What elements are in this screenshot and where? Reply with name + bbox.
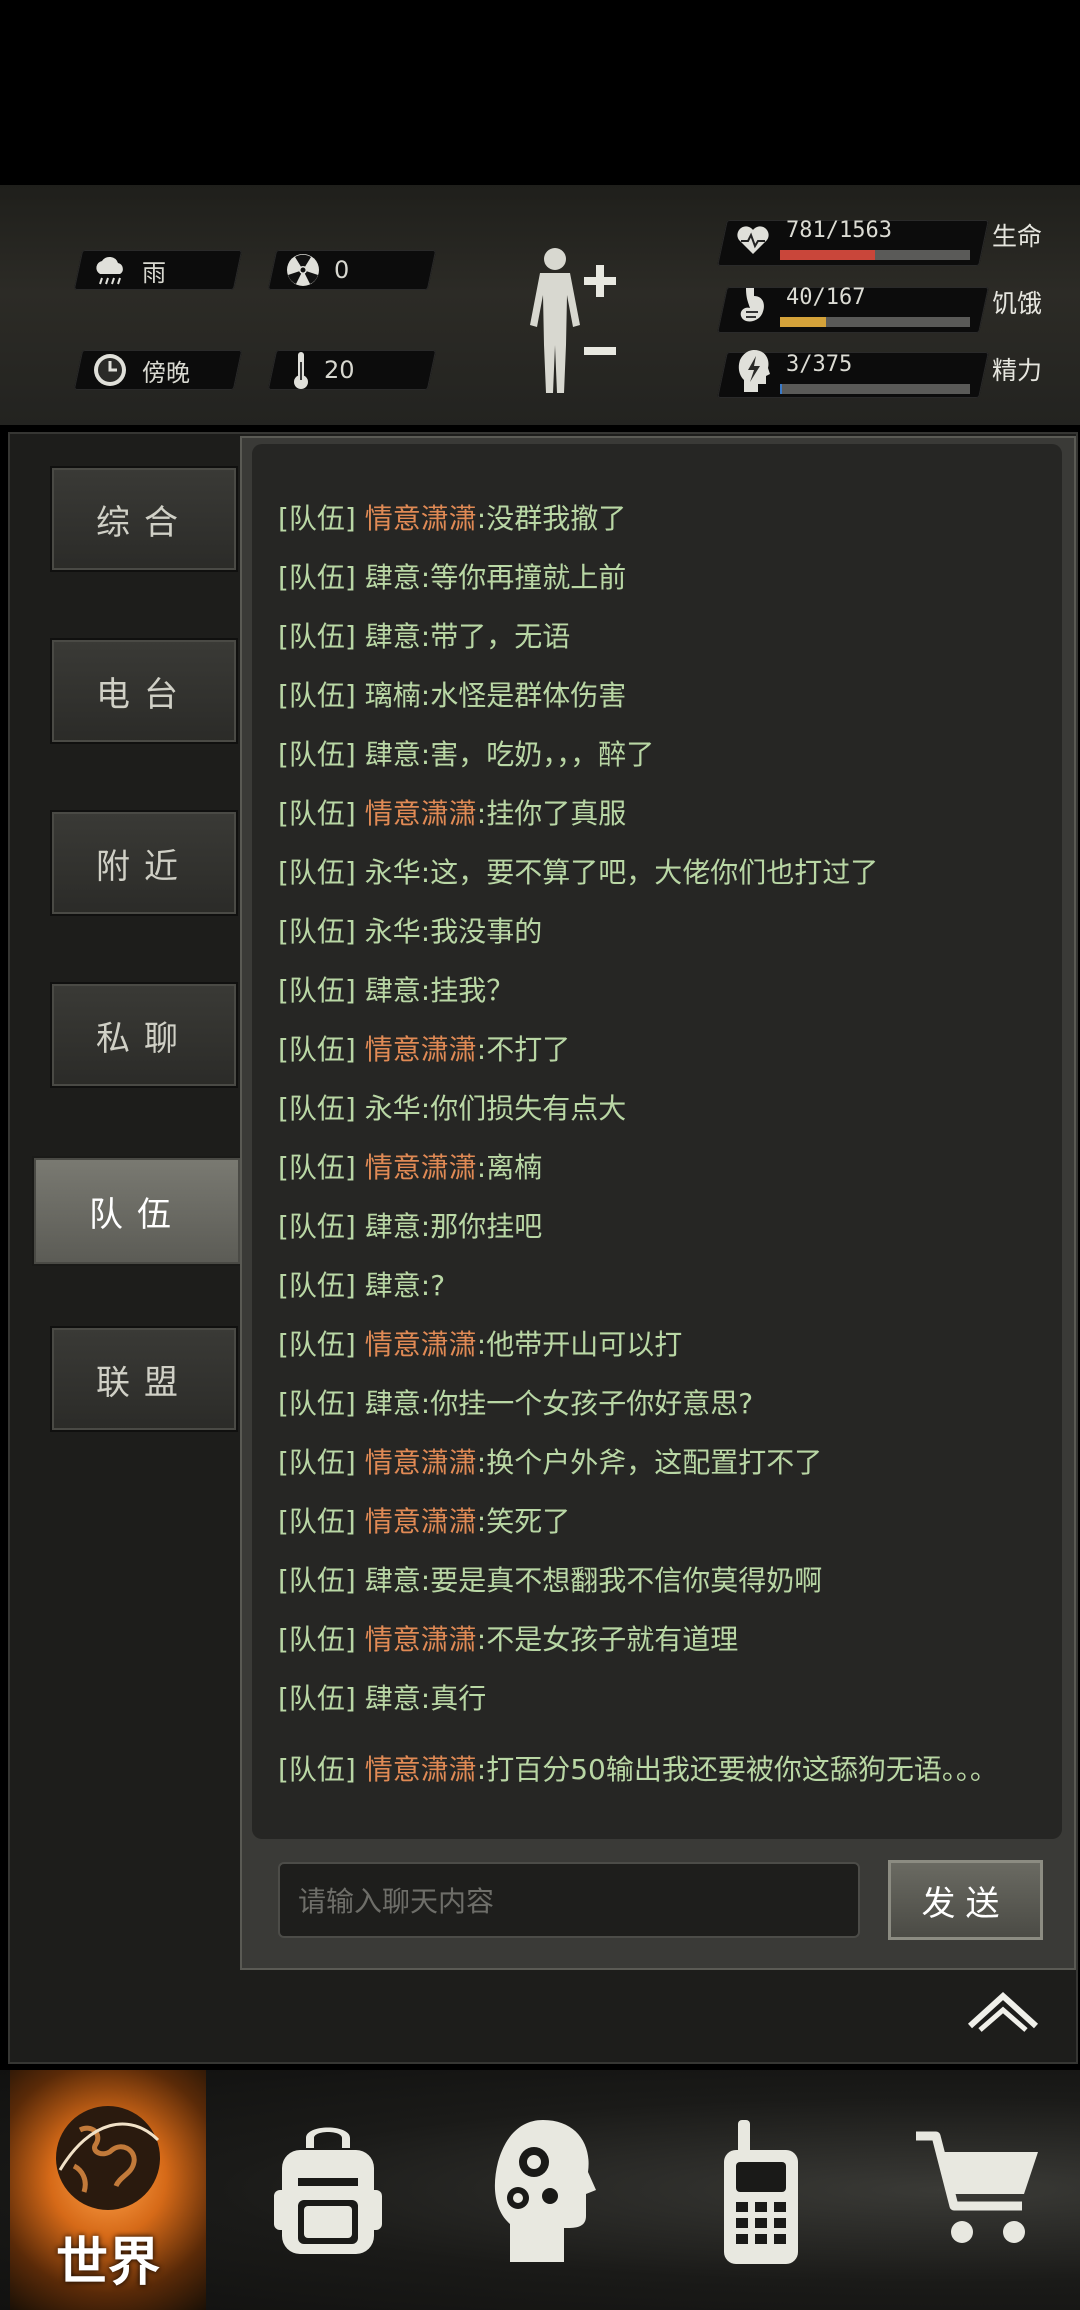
walkie-talkie-icon [724,2120,798,2264]
radiation-value: 0 [334,256,350,284]
health-value: 781/1563 [786,218,892,243]
nav-world-label: 世界 [55,2233,160,2293]
tab-alliance[interactable]: 联盟 [50,1326,238,1432]
chat-message: [队伍] 肆意:等你再撞就上前 [278,561,627,594]
chat-message: [队伍] 永华:你们损失有点大 [278,1092,627,1125]
chat-message: [队伍] 肆意:要是真不想翻我不信你莫得奶啊 [278,1564,823,1597]
hunger-label: 饥饿 [992,289,1043,318]
health-label: 生命 [992,222,1043,251]
tab-radio[interactable]: 电台 [50,638,238,744]
hunger-bar [780,317,970,327]
shopping-cart-icon [916,2131,1038,2243]
nav-backpack-button[interactable] [268,2120,388,2260]
minus-icon [584,347,616,355]
radiation-indicator: 0 [286,250,349,290]
tab-general[interactable]: 综合 [50,466,238,572]
stomach-icon [738,286,768,332]
time-indicator: 傍晚 [92,350,190,390]
chat-message: [队伍] 情意潇潇:换个户外斧，这配置打不了 [278,1446,823,1479]
chat-message: [队伍] 永华:我没事的 [278,915,543,948]
chat-message: [队伍] 璃楠:水怪是群体伤害 [278,679,627,712]
chat-message: [队伍] 肆意:? [278,1269,446,1302]
chat-message: [队伍] 情意潇潇:打百分50输出我还要被你这舔狗无语。。。 [278,1753,998,1786]
chat-message: [队伍] 情意潇潇:笑死了 [278,1505,571,1538]
energy-label: 精力 [992,356,1043,385]
chat-message: [队伍] 肆意:害，吃奶，，，醉了 [278,738,655,771]
chat-message: [队伍] 肆意:那你挂吧 [278,1210,543,1243]
tab-team[interactable]: 队伍 [32,1156,242,1266]
chat-message: [队伍] 情意潇潇:离楠 [278,1151,543,1184]
energy-head-icon [736,348,772,398]
health-bar-fill [780,250,875,260]
chat-message: [队伍] 情意潇潇:挂你了真服 [278,797,627,830]
rain-cloud-icon [96,256,123,285]
time-label: 傍晚 [142,358,190,387]
nav-radio-button[interactable] [716,2116,806,2268]
tab-nearby[interactable]: 附近 [50,810,238,916]
energy-bar [780,384,970,394]
globe-icon [56,2106,160,2210]
chat-message: [队伍] 永华:这，要不算了吧，大佬你们也打过了 [278,856,879,889]
thermometer-icon [294,352,308,389]
chat-message: [队伍] 肆意:真行 [278,1682,487,1715]
chat-input[interactable]: 请输入聊天内容 [278,1862,860,1938]
radiation-icon [287,254,319,286]
heart-icon [735,222,771,262]
double-chevron-up-icon [967,1991,1039,2032]
temperature-indicator: 20 [292,350,355,390]
nav-world-button[interactable]: 世界 [10,2070,206,2310]
chat-message: [队伍] 肆意:你挂一个女孩子你好意思? [278,1387,754,1420]
chat-message: [队伍] 肆意:挂我？ [278,974,515,1007]
chat-message: [队伍] 情意潇潇:他带开山可以打 [278,1328,683,1361]
character-body-button[interactable] [520,245,630,395]
collapse-button[interactable] [966,1982,1040,2032]
energy-bar-fill [780,384,782,394]
body-silhouette-icon [530,248,580,393]
head-gears-icon [494,2120,596,2262]
weather-indicator: 雨 [92,250,166,290]
chat-message: [队伍] 情意潇潇:不是女孩子就有道理 [278,1623,739,1656]
nav-shop-button[interactable] [914,2128,1044,2258]
chat-message: [队伍] 情意潇潇:不打了 [278,1033,571,1066]
chat-message: [队伍] 肆意:带了，无语 [278,620,571,653]
clock-icon [94,354,126,386]
chat-message: [队伍] 情意潇潇:没群我撤了 [278,502,627,535]
send-button[interactable]: 发送 [888,1860,1043,1940]
backpack-icon [274,2127,382,2254]
temperature-value: 20 [324,356,355,384]
tab-private[interactable]: 私聊 [50,982,238,1088]
health-bar [780,250,970,260]
plus-icon [584,265,616,297]
nav-skills-button[interactable] [488,2116,598,2266]
energy-value: 3/375 [786,352,853,377]
hunger-value: 40/167 [786,285,866,310]
weather-label: 雨 [142,258,166,287]
hunger-bar-fill [780,317,826,327]
